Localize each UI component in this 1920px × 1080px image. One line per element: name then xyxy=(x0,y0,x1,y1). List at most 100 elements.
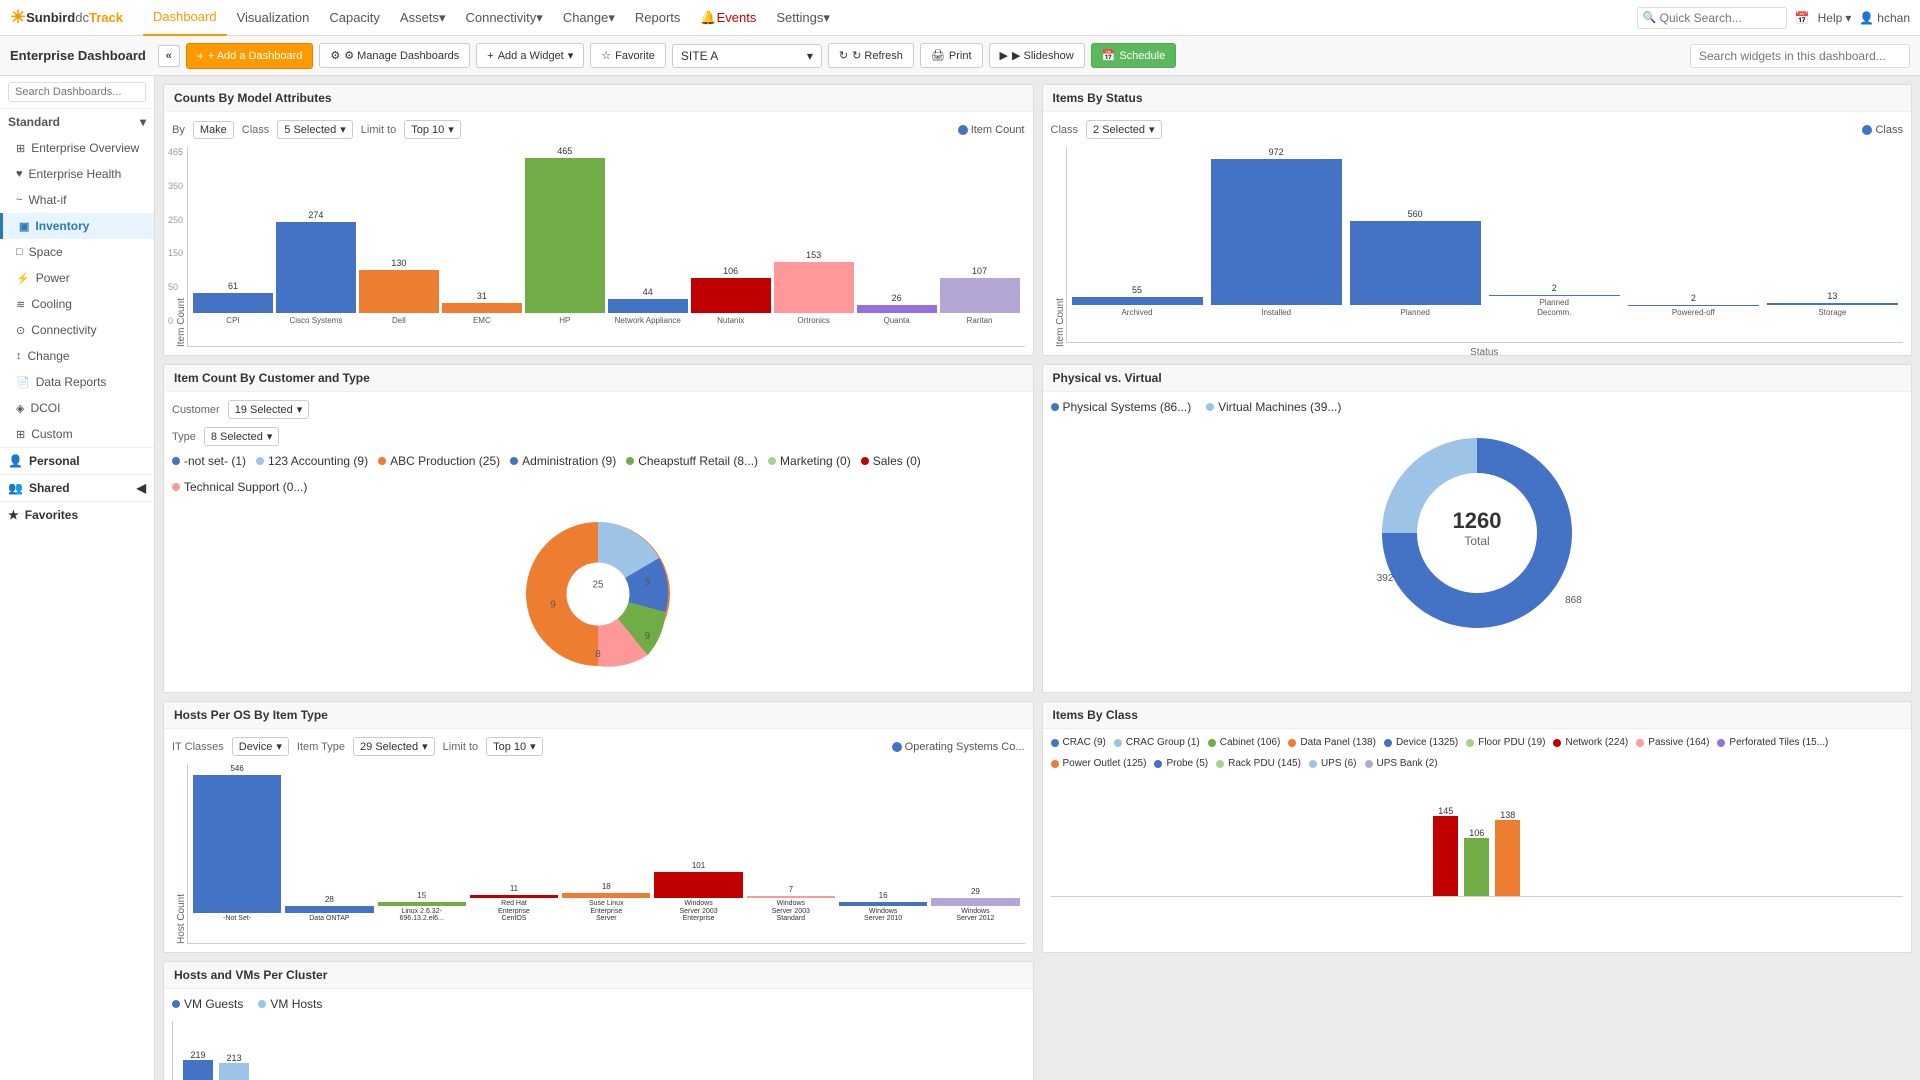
add-widget-button[interactable]: + Add a Widget ▾ xyxy=(476,43,584,68)
nav-reports[interactable]: Reports xyxy=(625,0,691,36)
status-class-select[interactable]: 2 Selected ▾ xyxy=(1086,120,1162,139)
hosts-y-label: Host Count xyxy=(172,764,187,944)
customer-pie-chart: 25 9 9 8 9 xyxy=(508,504,688,684)
os-legend: Operating Systems Co... xyxy=(892,741,1025,753)
donut-chart-container: 1260 Total 392 868 xyxy=(1051,424,1904,644)
sidebar-item-cooling[interactable]: ≋ Cooling xyxy=(0,291,154,317)
tech-dot xyxy=(172,483,180,491)
class-select[interactable]: 5 Selected ▾ xyxy=(277,120,353,139)
quick-search-container: 🔍 xyxy=(1637,7,1787,29)
sidebar-item-change[interactable]: ↕ Change xyxy=(0,343,154,369)
manage-dashboards-button[interactable]: ⚙ ⚙ Manage Dashboards xyxy=(319,43,470,68)
hosts-per-os-controls: IT Classes Device ▾ Item Type 29 Selecte… xyxy=(172,737,1025,756)
limit-select[interactable]: Top 10 ▾ xyxy=(404,120,461,139)
sidebar-item-inventory[interactable]: ▣ Inventory xyxy=(0,213,154,239)
class-rack-pdu: Rack PDU (145) xyxy=(1216,758,1301,769)
physical-virtual-donut: 1260 Total xyxy=(1367,423,1587,643)
nav-dashboard[interactable]: Dashboard xyxy=(143,0,227,36)
bar-group-Raritan: 107 Raritan xyxy=(940,147,1020,326)
class-ups-bank: UPS Bank (2) xyxy=(1365,758,1438,769)
hosts-limit-select[interactable]: Top 10 ▾ xyxy=(486,737,543,756)
counts-by-model-header: Counts By Model Attributes xyxy=(164,85,1033,112)
customer-select[interactable]: 19 Selected ▾ xyxy=(228,400,310,419)
user-menu[interactable]: 👤 hchan xyxy=(1859,11,1910,25)
sidebar-search-input[interactable] xyxy=(8,82,146,102)
hosts-bar-group: 29 Windows Server 2012 xyxy=(931,764,1019,923)
item-count-legend: Item Count xyxy=(958,124,1025,136)
slideshow-button[interactable]: ▶ ▶ Slideshow xyxy=(989,43,1085,68)
status-legend: Class xyxy=(1862,124,1903,136)
sidebar-item-enterprise-overview[interactable]: ⊞ Enterprise Overview xyxy=(0,135,154,161)
favorite-button[interactable]: ☆ Favorite xyxy=(590,43,666,68)
sidebar-search-area xyxy=(0,76,154,109)
bar-group-HP: 465 HP xyxy=(525,147,605,326)
favorites-section-header[interactable]: ★ Favorites xyxy=(0,501,154,528)
help-button[interactable]: Help ▾ xyxy=(1818,11,1852,25)
shared-caret-icon: ◀ xyxy=(137,481,146,495)
widget-search-input[interactable] xyxy=(1690,44,1910,68)
it-classes-select[interactable]: Device ▾ xyxy=(232,737,289,756)
nav-events[interactable]: 🔔 Events xyxy=(690,0,766,36)
nav-capacity[interactable]: Capacity xyxy=(319,0,390,36)
settings-caret: ▾ xyxy=(823,10,830,26)
sidebar-item-space[interactable]: □ Space xyxy=(0,239,154,265)
bar-group-Ortronics: 153 Ortronics xyxy=(774,147,854,326)
nav-settings[interactable]: Settings ▾ xyxy=(766,0,840,36)
app-logo: ☀ Sunbird dc Track xyxy=(10,7,123,28)
add-dashboard-button[interactable]: + + Add a Dashboard xyxy=(186,43,314,69)
type-controls: Type 8 Selected ▾ xyxy=(172,427,1025,446)
nav-connectivity[interactable]: Connectivity ▾ xyxy=(455,0,552,36)
vm-hosts-dot xyxy=(258,1000,266,1008)
schedule-button[interactable]: 📅 Schedule xyxy=(1091,43,1177,68)
personal-section-header[interactable]: 👤 Personal xyxy=(0,447,154,474)
bar-group-NetworkAppliance: 44 Network Appliance xyxy=(608,147,688,326)
logo-dc-text: dc xyxy=(75,10,89,25)
sidebar-collapse-button[interactable]: « xyxy=(158,45,180,67)
search-icon: 🔍 xyxy=(1643,11,1657,24)
make-select[interactable]: Make xyxy=(193,121,234,139)
add-widget-caret: ▾ xyxy=(568,49,574,62)
sidebar-item-data-reports[interactable]: 📄 Data Reports xyxy=(0,369,154,395)
counts-bars-inner: 61 CPI 274 Cisco Systems 130 Dell 31 EMC xyxy=(188,147,1025,326)
legend-tech-support: Technical Support (0...) xyxy=(172,480,307,494)
standard-caret-icon: ▾ xyxy=(140,115,146,129)
status-bar-chart: Item Count 55 Archived 972 Installed 560 xyxy=(1051,147,1904,347)
items-by-status-header: Items By Status xyxy=(1043,85,1912,112)
nav-change[interactable]: Change ▾ xyxy=(553,0,625,36)
item-type-select[interactable]: 29 Selected ▾ xyxy=(353,737,435,756)
widget-hosts-vms-cluster: Hosts and VMs Per Cluster VM Guests VM H… xyxy=(163,961,1034,1080)
enterprise-health-icon: ♥ xyxy=(16,168,23,180)
items-by-status-controls: Class 2 Selected ▾ Class xyxy=(1051,120,1904,139)
site-selector[interactable]: SITE A ▾ xyxy=(672,44,822,68)
type-select[interactable]: 8 Selected ▾ xyxy=(204,427,280,446)
customer-legend: -not set- (1) 123 Accounting (9) ABC Pro… xyxy=(172,454,1025,496)
class-ups: UPS (6) xyxy=(1309,758,1357,769)
sidebar-item-connectivity[interactable]: ⊙ Connectivity xyxy=(0,317,154,343)
space-icon: □ xyxy=(16,246,23,258)
refresh-button[interactable]: ↻ ↻ Refresh xyxy=(828,43,914,68)
sidebar-item-what-if[interactable]: ~ What-if xyxy=(0,187,154,213)
sales-dot xyxy=(861,457,869,465)
shared-section-header[interactable]: 👥 Shared ◀ xyxy=(0,474,154,501)
dcoi-icon: ◈ xyxy=(16,402,24,415)
sidebar-item-custom[interactable]: ⊞ Custom xyxy=(0,421,154,447)
status-legend-dot xyxy=(1862,125,1872,135)
nav-assets[interactable]: Assets ▾ xyxy=(390,0,456,36)
logo-sun-icon: ☀ xyxy=(10,7,26,28)
sidebar-item-power[interactable]: ⚡ Power xyxy=(0,265,154,291)
print-button[interactable]: 🖨 Print xyxy=(920,43,983,68)
assets-caret: ▾ xyxy=(439,10,446,26)
hosts-vms-header: Hosts and VMs Per Cluster xyxy=(164,962,1033,989)
quick-search-input[interactable] xyxy=(1637,7,1787,29)
standard-section-header[interactable]: Standard ▾ xyxy=(0,109,154,135)
change-caret: ▾ xyxy=(608,10,615,26)
class-bar-138: 138 xyxy=(1495,810,1520,896)
sidebar-item-dcoi[interactable]: ◈ DCOI xyxy=(0,395,154,421)
calendar-button[interactable]: 📅 xyxy=(1795,11,1810,25)
widget-item-count-customer: Item Count By Customer and Type Customer… xyxy=(163,364,1034,693)
sidebar-item-enterprise-health[interactable]: ♥ Enterprise Health xyxy=(0,161,154,187)
items-by-class-body: CRAC (9) CRAC Group (1) Cabinet (106) Da… xyxy=(1043,729,1912,905)
change-icon: ↕ xyxy=(16,350,22,362)
dashboard-toolbar: Enterprise Dashboard « + + Add a Dashboa… xyxy=(0,36,1920,76)
nav-visualization[interactable]: Visualization xyxy=(227,0,320,36)
